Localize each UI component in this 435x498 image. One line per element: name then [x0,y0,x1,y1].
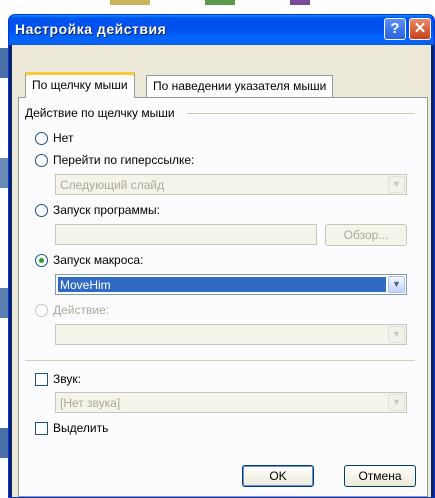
tab-label: По наведении указателя мыши [153,79,327,93]
radio-hyperlink[interactable] [35,154,48,167]
radio-program-label[interactable]: Запуск программы: [53,203,160,217]
background-app-strip [0,0,435,10]
sound-select[interactable]: [Нет звука] ▼ [55,392,407,413]
group-label: Действие по щелчку мыши [25,106,175,120]
radio-macro[interactable] [35,254,48,267]
title-bar[interactable]: Настройка действия ? ✕ [9,15,434,45]
hyperlink-select-value: Следующий слайд [60,178,165,192]
macro-select-value: MoveHim [60,278,111,292]
sound-label[interactable]: Звук: [53,372,81,386]
tab-mouse-over[interactable]: По наведении указателя мыши [146,75,334,97]
radio-program[interactable] [35,204,48,217]
tab-mouse-click[interactable]: По щелчку мыши [25,72,135,98]
chevron-down-icon[interactable]: ▼ [388,176,405,193]
radio-none[interactable] [35,132,48,145]
close-icon[interactable]: ✕ [409,18,431,40]
radio-hyperlink-label[interactable]: Перейти по гиперссылке: [53,153,194,167]
radio-none-label[interactable]: Нет [53,131,73,145]
help-icon[interactable]: ? [384,18,406,40]
dialog-body: По щелчку мыши По наведении указателя мы… [12,45,431,497]
radio-selected-dot [39,258,44,263]
chevron-down-icon[interactable]: ▼ [388,276,405,293]
section-divider [25,360,415,361]
tab-label: По щелчку мыши [32,78,128,92]
sound-checkbox[interactable] [35,373,48,386]
hyperlink-select[interactable]: Следующий слайд ▼ [55,174,407,195]
action-select[interactable]: ▼ [55,324,407,345]
cancel-button[interactable]: Отмена [344,465,416,487]
chevron-down-icon[interactable]: ▼ [388,326,405,343]
action-settings-dialog: Настройка действия ? ✕ По щелчку мыши По… [8,14,435,498]
dialog-title: Настройка действия [15,21,167,37]
chevron-down-icon[interactable]: ▼ [388,394,405,411]
highlight-label[interactable]: Выделить [53,421,108,435]
ok-button[interactable]: OK [242,465,314,487]
group-divider [187,113,415,114]
sound-select-value: [Нет звука] [60,396,121,410]
program-path-input[interactable] [55,224,317,245]
radio-action-label: Действие: [53,303,110,317]
highlight-checkbox[interactable] [35,422,48,435]
macro-select[interactable]: MoveHim ▼ [55,274,407,295]
browse-button[interactable]: Обзор... [325,224,407,246]
tab-panel: Действие по щелчку мыши Нет Перейти по г… [18,97,428,497]
radio-macro-label[interactable]: Запуск макроса: [53,253,143,267]
radio-action[interactable] [35,304,48,317]
